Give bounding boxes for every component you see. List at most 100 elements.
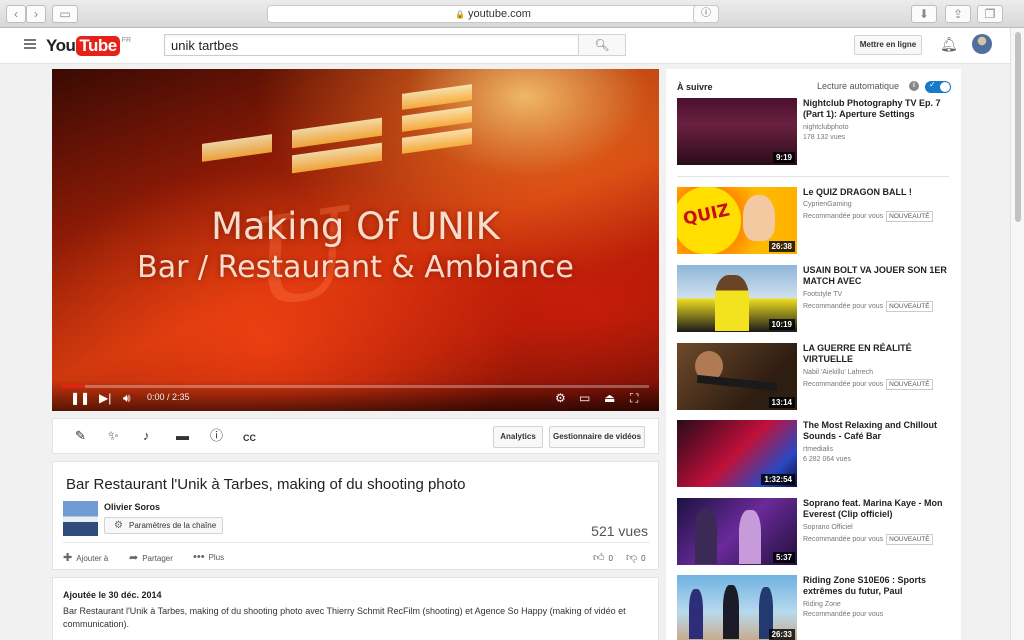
youtube-logo[interactable]: You Tube FR (46, 35, 131, 57)
duration: 26:38 (768, 241, 795, 252)
search-input[interactable] (164, 34, 579, 56)
more-label: Plus (208, 553, 225, 562)
recommended-video[interactable]: 26:33 Riding Zone S10E06 : Sports extrêm… (677, 575, 960, 640)
video-thumbnail[interactable]: 26:33 (677, 575, 797, 640)
player-controls: ❚❚ ▶| 🔊︎ 0:00 / 2:35 ⚙ ▭ ⏏ ⛶ (52, 381, 659, 411)
up-next-heading: À suivre (677, 82, 713, 92)
video-overlay-subtitle: Bar / Restaurant & Ambiance (137, 250, 574, 285)
recommended-video[interactable]: 5:37 Soprano feat. Marina Kaye - Mon Eve… (677, 498, 960, 566)
avatar[interactable] (972, 34, 992, 54)
thumbnail-figure-decoration (739, 510, 761, 564)
recommended-title[interactable]: The Most Relaxing and Chillout Sounds - … (803, 420, 958, 442)
logo-you: You (46, 36, 76, 55)
thumbs-up-icon: 👍︎ (593, 552, 605, 564)
recommended-title[interactable]: Soprano feat. Marina Kaye - Mon Everest … (803, 498, 958, 520)
recommended-meta: 178 132 vues (803, 134, 846, 141)
add-to-button[interactable]: ✚ Ajouter à (63, 551, 108, 564)
info-icon[interactable]: i (909, 81, 919, 91)
info-icon[interactable]: ⓘ (210, 429, 223, 443)
recommended-video[interactable]: 9:19 Nightclub Photography TV Ep. 7 (Par… (677, 98, 960, 166)
up-next-sidebar: À suivre Lecture automatique i ✓ 9:19 Ni… (666, 69, 961, 640)
duration: 10:19 (768, 319, 795, 330)
enhancements-wand-icon[interactable]: ✨︎ (108, 429, 119, 443)
creator-toolbar: ✎ ✨︎ ♪ ▬ ⓘ CC Analytics Gestionnaire de … (52, 418, 659, 454)
description-text: Bar Restaurant l'Unik à Tarbes, making o… (63, 606, 626, 629)
thumbnail-figure-decoration (715, 275, 749, 331)
notifications-bell-icon[interactable]: 🔔︎ (940, 36, 958, 53)
thumbnail-figure-decoration (695, 508, 717, 564)
recommended-channel: rtmedialis (803, 446, 833, 453)
reader-button[interactable]: ⓘ (693, 5, 719, 23)
search-button[interactable]: 🔍︎ (578, 34, 626, 56)
next-icon[interactable]: ▶| (99, 391, 111, 405)
lit-window-decoration (202, 134, 272, 162)
share-label: Partager (142, 554, 173, 563)
progress-bar[interactable] (62, 385, 649, 388)
downloads-button[interactable]: ⬇ (911, 5, 937, 23)
duration: 26:33 (768, 629, 795, 640)
info-icon: ⓘ (701, 8, 711, 19)
video-description: Ajoutée le 30 déc. 2014 Bar Restaurant l… (52, 577, 659, 640)
audio-note-icon[interactable]: ♪ (143, 429, 150, 443)
pause-icon[interactable]: ❚❚ (70, 391, 90, 405)
lit-window-decoration (402, 84, 472, 110)
recommended-video[interactable]: 10:19 USAIN BOLT VA JOUER SON 1ER MATCH … (677, 265, 960, 333)
autoplay-toggle[interactable]: ✓ (925, 80, 951, 93)
dislike-button[interactable]: 👎︎ 0 (626, 551, 646, 564)
video-thumbnail[interactable]: 1:32:54 (677, 420, 797, 487)
sidebar-toggle-button[interactable]: ▭ (52, 5, 78, 23)
scrollbar-thumb[interactable] (1015, 32, 1021, 222)
upload-button[interactable]: Mettre en ligne (854, 35, 922, 55)
subtitles-cc-icon[interactable]: CC (243, 431, 256, 445)
youtube-header: You Tube FR 🔍︎ Mettre en ligne 🔔︎ (0, 28, 1010, 64)
forward-button[interactable]: › (26, 5, 46, 23)
duration: 5:37 (772, 552, 795, 563)
page-scrollbar[interactable] (1010, 28, 1024, 640)
tabs-icon: ❐ (984, 7, 996, 21)
settings-gear-icon[interactable]: ⚙ (555, 391, 566, 405)
lit-window-decoration (402, 128, 472, 154)
channel-name[interactable]: Olivier Soros (104, 502, 160, 512)
video-thumbnail[interactable]: 13:14 (677, 343, 797, 410)
recommended-video[interactable]: QUIZ 26:38 Le QUIZ DRAGON BALL ! Cyprien… (677, 187, 960, 255)
share-video-button[interactable]: ➦ Partager (129, 551, 173, 564)
annotations-icon[interactable]: ▬ (176, 429, 189, 443)
fullscreen-icon[interactable]: ⛶ (630, 391, 638, 405)
divider (677, 176, 949, 177)
channel-avatar[interactable] (63, 501, 98, 536)
new-badge: NOUVEAUTÉ (886, 379, 933, 390)
back-button[interactable]: ‹ (6, 5, 26, 23)
channel-settings-button[interactable]: ⚙ Paramètres de la chaîne (104, 517, 223, 534)
edit-pencil-icon[interactable]: ✎ (75, 429, 86, 443)
thumbnail-figure-decoration (723, 585, 739, 639)
video-manager-button[interactable]: Gestionnaire de vidéos (549, 426, 645, 448)
recommended-title[interactable]: LA GUERRE EN RÉALITÉ VIRTUELLE (803, 343, 958, 365)
analytics-button[interactable]: Analytics (493, 426, 543, 448)
lit-window-decoration (402, 106, 472, 132)
recommended-title[interactable]: USAIN BOLT VA JOUER SON 1ER MATCH AVEC (803, 265, 958, 287)
video-thumbnail[interactable]: 9:19 (677, 98, 797, 165)
theater-mode-icon[interactable]: ▭ (579, 391, 590, 405)
check-icon: ✓ (929, 80, 936, 89)
video-player[interactable]: U Making Of UNIK Bar / Restaurant & Ambi… (52, 69, 659, 411)
recommended-channel: Soprano Officiel (803, 524, 853, 531)
address-bar[interactable]: 🔒youtube.com ↻ (267, 5, 719, 23)
volume-icon[interactable]: 🔊︎ (123, 391, 131, 405)
airplay-icon[interactable]: ⏏ (604, 391, 615, 405)
video-thumbnail[interactable]: 10:19 (677, 265, 797, 332)
new-badge: NOUVEAUTÉ (886, 211, 933, 222)
divider (63, 542, 650, 543)
recommended-video[interactable]: 13:14 LA GUERRE EN RÉALITÉ VIRTUELLE Nab… (677, 343, 960, 411)
recommended-title[interactable]: Nightclub Photography TV Ep. 7 (Part 1):… (803, 98, 958, 120)
tabs-button[interactable]: ❐ (977, 5, 1003, 23)
recommended-title[interactable]: Le QUIZ DRAGON BALL ! (803, 187, 958, 198)
video-thumbnail[interactable]: 5:37 (677, 498, 797, 565)
video-thumbnail[interactable]: QUIZ 26:38 (677, 187, 797, 254)
recommended-video[interactable]: 1:32:54 The Most Relaxing and Chillout S… (677, 420, 960, 488)
more-button[interactable]: ••• Plus (193, 551, 224, 563)
hamburger-menu-icon[interactable] (24, 39, 36, 49)
recommended-title[interactable]: Riding Zone S10E06 : Sports extrêmes du … (803, 575, 958, 597)
share-button[interactable]: ⇪ (945, 5, 971, 23)
chevron-right-icon: › (34, 7, 38, 21)
like-button[interactable]: 👍︎ 0 (593, 551, 613, 564)
